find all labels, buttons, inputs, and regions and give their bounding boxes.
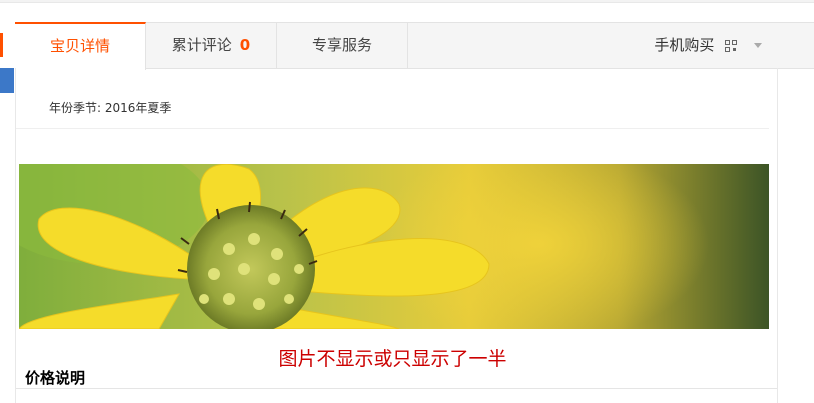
top-strip: [0, 0, 814, 3]
mobile-buy-label: 手机购买: [654, 36, 715, 54]
chevron-down-icon: [754, 43, 762, 48]
section-divider: [16, 388, 777, 389]
tab-item-details[interactable]: 宝贝详情: [15, 22, 146, 70]
qr-code-icon: [725, 39, 738, 52]
image-caption: 图片不显示或只显示了一半: [278, 348, 507, 370]
divider: [16, 128, 769, 129]
tab-reviews[interactable]: 累计评论 0: [146, 23, 277, 68]
content-area: 年份季节: 2016年夏季 图片不显示或只显示了一半 价格说明: [15, 68, 778, 403]
left-orange-marker: [0, 33, 3, 57]
left-blue-marker[interactable]: [0, 68, 14, 93]
tab-label: 宝贝详情: [49, 37, 110, 55]
review-count: 0: [239, 36, 251, 54]
tab-services[interactable]: 专享服务: [277, 23, 408, 68]
section-title: 价格说明: [25, 369, 86, 387]
tab-bar: 宝贝详情 累计评论 0 专享服务 手机购买: [15, 22, 814, 70]
mobile-buy-button[interactable]: 手机购买: [654, 23, 762, 68]
flower-photo: [19, 164, 769, 329]
season-attribute: 年份季节: 2016年夏季: [49, 101, 172, 115]
tab-label: 累计评论: [171, 36, 232, 54]
tab-label: 专享服务: [311, 36, 372, 54]
